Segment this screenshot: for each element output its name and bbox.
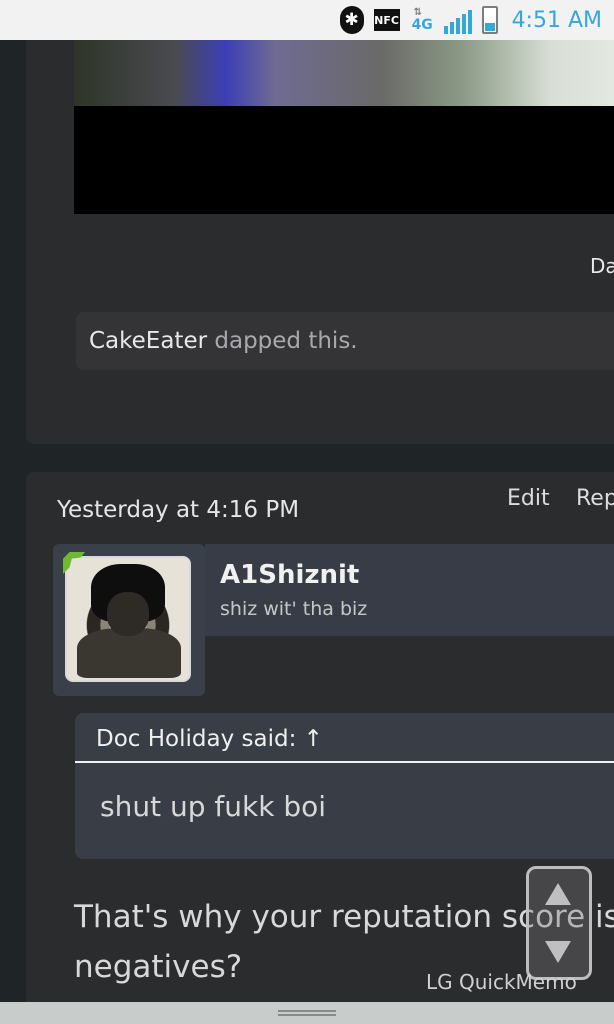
scroll-up-icon[interactable]	[545, 883, 571, 905]
drag-handle-icon[interactable]	[278, 1010, 336, 1016]
edit-button[interactable]: Edit	[507, 486, 550, 511]
status-bar: ✱ NFC ⇅ 4G 4:51 AM	[0, 0, 614, 40]
user-title: shiz wit' tha biz	[220, 598, 368, 620]
likes-summary: CakeEater dapped this.	[76, 312, 614, 370]
scroll-down-icon[interactable]	[545, 941, 571, 963]
user-info-bar	[205, 544, 614, 636]
post-date[interactable]: Yesterday at 4:16 PM	[57, 497, 299, 523]
avatar-photo-face	[107, 592, 149, 636]
reply-button[interactable]: Rep	[576, 486, 614, 511]
like-user-link[interactable]: CakeEater	[89, 328, 207, 354]
battery-icon	[481, 6, 498, 34]
quote-block: Doc Holiday said: ↑ shut up fukk boi	[75, 713, 614, 859]
bluetooth-icon: ✱	[339, 6, 364, 34]
clock: 4:51 AM	[511, 7, 602, 33]
partial-date-text: Da	[590, 254, 614, 278]
quickmemo-label: LG QuickMemo	[426, 970, 577, 994]
previous-post-card: Da CakeEater dapped this.	[26, 40, 614, 444]
username-link[interactable]: A1Shiznit	[220, 560, 359, 590]
signal-icon	[443, 6, 472, 34]
avatar[interactable]	[65, 556, 191, 682]
embedded-video[interactable]	[74, 40, 614, 214]
likes-text: dapped this.	[207, 328, 358, 354]
bottom-handle-bar[interactable]	[0, 1002, 614, 1024]
quote-text: shut up fukk boi	[100, 790, 326, 823]
quickmemo-scroll-control[interactable]	[526, 866, 592, 980]
avatar-container	[53, 544, 205, 696]
nfc-icon: NFC	[373, 9, 400, 31]
quote-attribution[interactable]: Doc Holiday said: ↑	[75, 713, 614, 763]
network-4g-icon: ⇅ 4G	[411, 7, 433, 33]
video-frame	[74, 40, 614, 106]
